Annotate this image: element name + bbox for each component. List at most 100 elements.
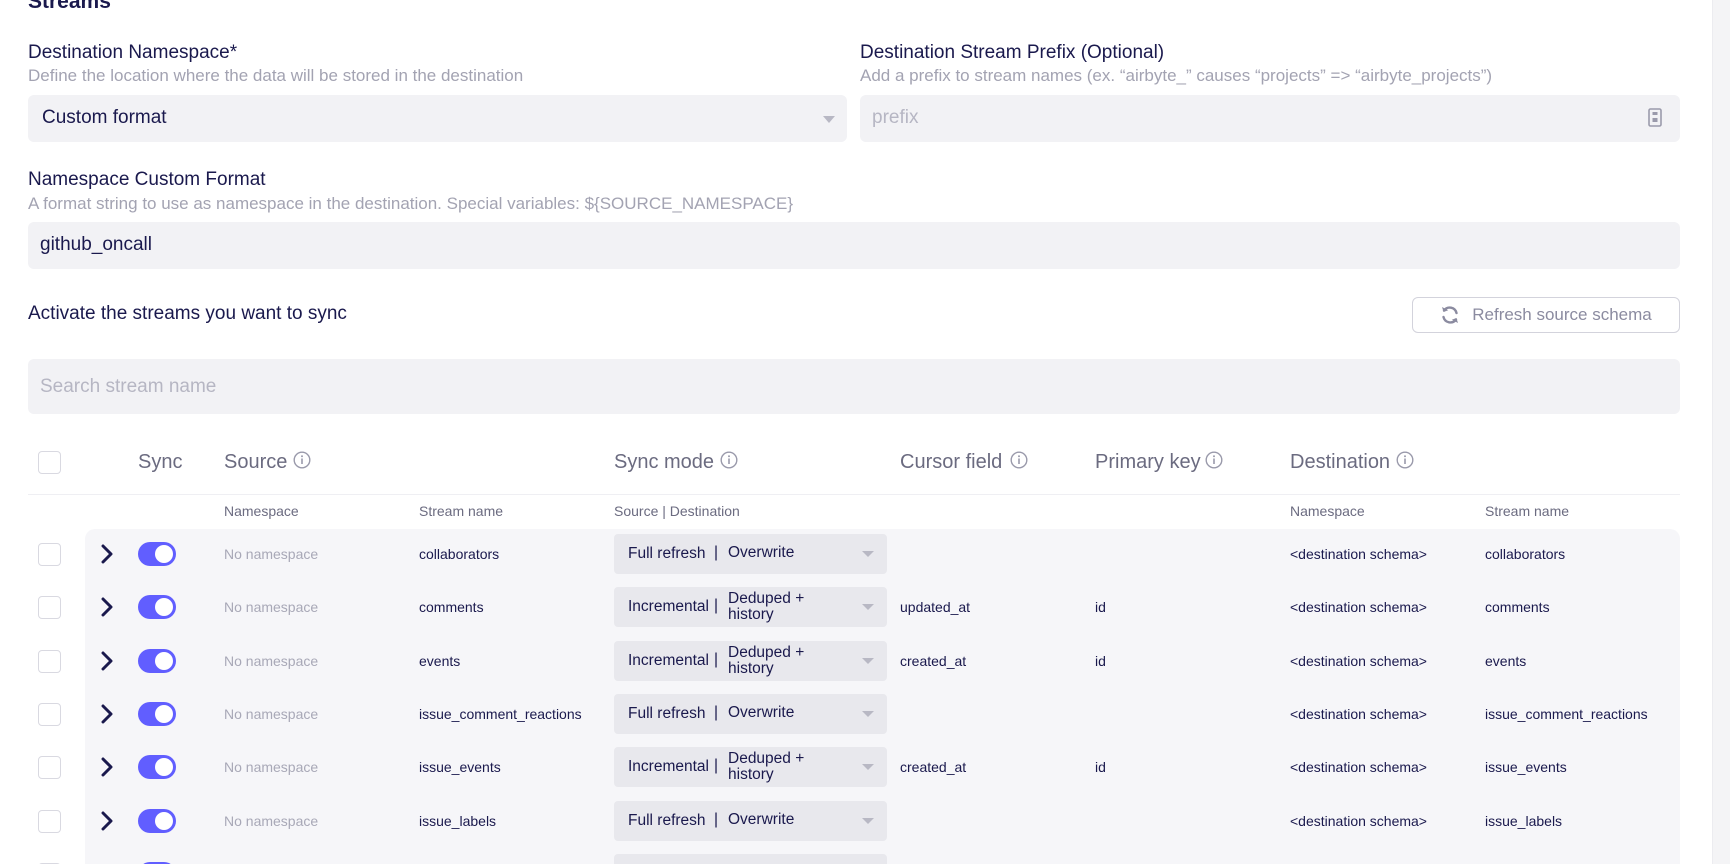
header-sync-mode: Sync mode: [614, 451, 715, 473]
sync-mode-destination: Overwrite: [728, 704, 795, 721]
sync-mode-destination: Deduped + history: [728, 644, 805, 677]
sync-mode-source: Full refresh: [628, 705, 706, 722]
row-cursor-field: updated_at: [900, 599, 971, 615]
row-primary-key: id: [1095, 599, 1106, 615]
row-checkbox[interactable]: [38, 703, 61, 726]
custom-format-help: A format string to use as namespace in t…: [28, 194, 794, 213]
subheader-source-stream: Stream name: [419, 503, 504, 519]
row-checkbox[interactable]: [38, 650, 61, 673]
clipboard-icon[interactable]: [1648, 108, 1662, 127]
info-icon[interactable]: [1396, 451, 1414, 469]
sync-mode-separator: |: [714, 651, 719, 668]
row-checkbox[interactable]: [38, 756, 61, 779]
row-source-stream: issue_comment_reactions: [419, 706, 582, 722]
sync-mode-destination: Deduped + history: [728, 750, 805, 783]
chevron-right-icon[interactable]: [100, 651, 114, 671]
row-dest-namespace: <destination schema>: [1290, 813, 1427, 829]
sync-mode-destination: Overwrite: [728, 544, 795, 561]
sync-toggle[interactable]: [138, 649, 176, 673]
search-input[interactable]: [28, 359, 1680, 414]
sync-mode-source: Incremental: [628, 652, 709, 669]
sync-mode-select[interactable]: Full refresh | Overwrite: [614, 801, 887, 841]
row-primary-key: id: [1095, 653, 1106, 669]
header-primary-key: Primary key: [1095, 451, 1201, 473]
chevron-right-icon[interactable]: [100, 757, 114, 777]
chevron-right-icon[interactable]: [100, 811, 114, 831]
streams-title: Activate the streams you want to sync: [28, 303, 347, 324]
row-source-namespace: No namespace: [224, 759, 319, 775]
row-dest-stream: issue_labels: [1485, 813, 1563, 829]
row-checkbox[interactable]: [38, 810, 61, 833]
info-icon[interactable]: [1010, 451, 1028, 469]
sync-mode-select[interactable]: Incremental | Deduped + history: [614, 747, 887, 787]
refresh-schema-button[interactable]: Refresh source schema: [1412, 297, 1680, 333]
header-source: Source: [224, 451, 288, 473]
custom-format-input[interactable]: github_oncall: [28, 222, 1680, 269]
row-dest-namespace: <destination schema>: [1290, 759, 1427, 775]
row-source-stream: issue_events: [419, 759, 501, 775]
refresh-schema-label: Refresh source schema: [1472, 305, 1652, 324]
sync-toggle[interactable]: [138, 755, 176, 779]
sync-mode-source: Incremental: [628, 758, 709, 775]
chevron-right-icon[interactable]: [100, 597, 114, 617]
prefix-input[interactable]: prefix: [860, 95, 1680, 142]
row-source-namespace: No namespace: [224, 546, 319, 562]
chevron-down-icon: [862, 658, 874, 664]
prefix-label: Destination Stream Prefix (Optional): [860, 42, 1165, 63]
chevron-down-icon: [862, 764, 874, 770]
row-dest-namespace: <destination schema>: [1290, 706, 1427, 722]
info-icon[interactable]: [720, 451, 738, 469]
row-source-namespace: No namespace: [224, 813, 319, 829]
sync-mode-source: Full refresh: [628, 812, 706, 829]
sync-mode-source: Incremental: [628, 598, 709, 615]
row-source-namespace: No namespace: [224, 706, 319, 722]
header-divider: [28, 494, 1680, 495]
row-dest-namespace: <destination schema>: [1290, 546, 1427, 562]
sync-mode-separator: |: [714, 757, 719, 774]
namespace-label: Destination Namespace*: [28, 42, 238, 63]
chevron-down-icon: [862, 551, 874, 557]
row-dest-stream: collaborators: [1485, 546, 1566, 562]
row-cursor-field: created_at: [900, 653, 967, 669]
row-primary-key: id: [1095, 759, 1106, 775]
row-dest-namespace: <destination schema>: [1290, 653, 1427, 669]
sync-mode-select[interactable]: Full refresh | Overwrite: [614, 694, 887, 734]
namespace-select-value: Custom format: [42, 107, 167, 128]
info-icon[interactable]: [1205, 451, 1223, 469]
sync-mode-select[interactable]: Full refresh | Overwrite: [614, 534, 887, 574]
sync-mode-select[interactable]: |Deduped +: [614, 854, 887, 864]
row-dest-stream: issue_events: [1485, 759, 1567, 775]
sync-mode-select[interactable]: Incremental | Deduped + history: [614, 641, 887, 681]
sync-mode-separator: |: [714, 544, 719, 561]
info-icon[interactable]: [293, 451, 311, 469]
sync-toggle[interactable]: [138, 595, 176, 619]
sync-toggle[interactable]: [138, 809, 176, 833]
sync-toggle[interactable]: [138, 702, 176, 726]
sync-mode-select[interactable]: Incremental | Deduped + history: [614, 587, 887, 627]
chevron-down-icon: [862, 604, 874, 610]
sync-mode-separator: |: [714, 811, 719, 828]
row-cursor-field: created_at: [900, 759, 967, 775]
chevron-down-icon: [823, 116, 835, 123]
section-title: Streams: [28, 0, 111, 13]
chevron-right-icon[interactable]: [100, 544, 114, 564]
sync-toggle[interactable]: [138, 542, 176, 566]
row-source-namespace: No namespace: [224, 653, 319, 669]
row-source-stream: events: [419, 653, 461, 669]
select-all-checkbox[interactable]: [38, 451, 61, 474]
header-cursor-field: Cursor field: [900, 451, 1003, 473]
chevron-right-icon[interactable]: [100, 704, 114, 724]
scrollbar-track[interactable]: [1712, 0, 1730, 864]
subheader-mode: Source | Destination: [614, 503, 740, 519]
sync-mode-separator: |: [714, 704, 719, 721]
page: Streams Destination Namespace* Define th…: [0, 0, 1730, 864]
chevron-down-icon: [862, 711, 874, 717]
row-checkbox[interactable]: [38, 596, 61, 619]
namespace-select[interactable]: Custom format: [28, 95, 847, 142]
subheader-dest-stream: Stream name: [1485, 503, 1570, 519]
custom-format-label: Namespace Custom Format: [28, 169, 266, 190]
namespace-help: Define the location where the data will …: [28, 66, 524, 85]
row-source-namespace: No namespace: [224, 599, 319, 615]
row-checkbox[interactable]: [38, 543, 61, 566]
prefix-help: Add a prefix to stream names (ex. “airby…: [860, 66, 1493, 85]
